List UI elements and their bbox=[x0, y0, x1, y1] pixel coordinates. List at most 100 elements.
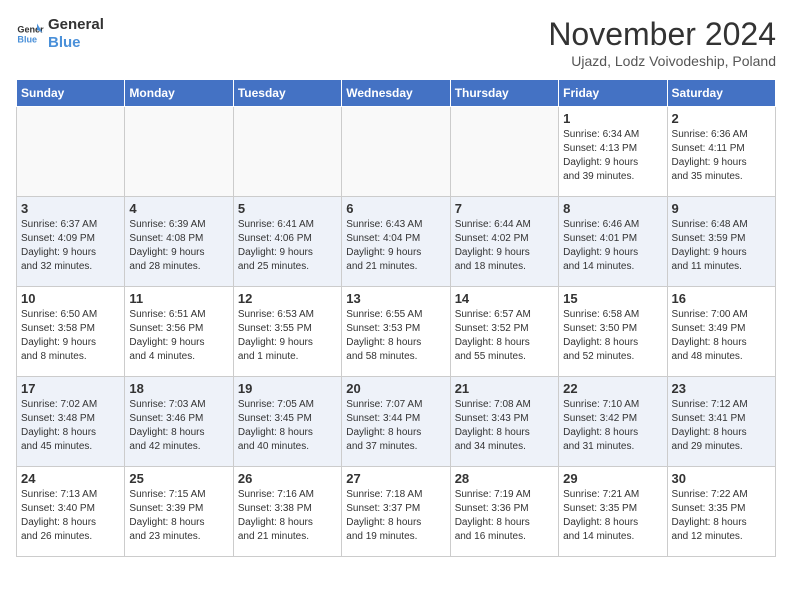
calendar-cell: 4 Sunrise: 6:39 AM Sunset: 4:08 PM Daylig… bbox=[125, 197, 233, 287]
calendar-cell: 10 Sunrise: 6:50 AM Sunset: 3:58 PM Dayli… bbox=[17, 287, 125, 377]
day-number: 13 bbox=[346, 291, 445, 306]
calendar-cell bbox=[342, 107, 450, 197]
calendar-cell: 29 Sunrise: 7:21 AM Sunset: 3:35 PM Dayli… bbox=[559, 467, 667, 557]
day-info: Sunrise: 7:10 AM Sunset: 3:42 PM Dayligh… bbox=[563, 398, 662, 454]
day-info: Sunrise: 7:08 AM Sunset: 3:43 PM Dayligh… bbox=[455, 398, 554, 454]
calendar-cell: 26Sunrise: 7:16 AM Sunset: 3:38 PM Dayli… bbox=[233, 467, 341, 557]
day-number: 7 bbox=[455, 201, 554, 216]
calendar-cell: 17Sunrise: 7:02 AM Sunset: 3:48 PM Dayli… bbox=[17, 377, 125, 467]
day-info: Sunrise: 6:39 AM Sunset: 4:08 PM Dayligh… bbox=[129, 218, 228, 274]
calendar-cell: 16 Sunrise: 7:00 AM Sunset: 3:49 PM Dayli… bbox=[667, 287, 775, 377]
calendar-cell: 9 Sunrise: 6:48 AM Sunset: 3:59 PM Daylig… bbox=[667, 197, 775, 287]
day-number: 19 bbox=[238, 381, 337, 396]
day-info: Sunrise: 7:19 AM Sunset: 3:36 PM Dayligh… bbox=[455, 488, 554, 544]
day-number: 27 bbox=[346, 471, 445, 486]
day-info: Sunrise: 7:05 AM Sunset: 3:45 PM Dayligh… bbox=[238, 398, 337, 454]
calendar-table: SundayMondayTuesdayWednesdayThursdayFrid… bbox=[16, 79, 776, 557]
calendar-cell: 5Sunrise: 6:41 AM Sunset: 4:06 PM Daylig… bbox=[233, 197, 341, 287]
week-row-0: 1Sunrise: 6:34 AM Sunset: 4:13 PM Daylig… bbox=[17, 107, 776, 197]
header: General Blue General Blue November 2024 … bbox=[16, 16, 776, 69]
day-number: 25 bbox=[129, 471, 228, 486]
day-number: 6 bbox=[346, 201, 445, 216]
calendar-cell: 15 Sunrise: 6:58 AM Sunset: 3:50 PM Dayli… bbox=[559, 287, 667, 377]
day-info: Sunrise: 7:15 AM Sunset: 3:39 PM Dayligh… bbox=[129, 488, 228, 544]
day-info: Sunrise: 7:18 AM Sunset: 3:37 PM Dayligh… bbox=[346, 488, 445, 544]
day-info: Sunrise: 6:43 AM Sunset: 4:04 PM Dayligh… bbox=[346, 218, 445, 274]
day-number: 3 bbox=[21, 201, 120, 216]
day-info: Sunrise: 7:13 AM Sunset: 3:40 PM Dayligh… bbox=[21, 488, 120, 544]
day-number: 26 bbox=[238, 471, 337, 486]
weekday-header-thursday: Thursday bbox=[450, 80, 558, 107]
weekday-header-tuesday: Tuesday bbox=[233, 80, 341, 107]
month-title: November 2024 bbox=[548, 16, 776, 53]
day-number: 23 bbox=[672, 381, 771, 396]
calendar-cell: 11 Sunrise: 6:51 AM Sunset: 3:56 PM Dayli… bbox=[125, 287, 233, 377]
calendar-cell: 22 Sunrise: 7:10 AM Sunset: 3:42 PM Dayli… bbox=[559, 377, 667, 467]
weekday-header-saturday: Saturday bbox=[667, 80, 775, 107]
day-number: 14 bbox=[455, 291, 554, 306]
day-number: 16 bbox=[672, 291, 771, 306]
weekday-header-friday: Friday bbox=[559, 80, 667, 107]
day-info: Sunrise: 7:02 AM Sunset: 3:48 PM Dayligh… bbox=[21, 398, 120, 454]
calendar-cell: 13Sunrise: 6:55 AM Sunset: 3:53 PM Dayli… bbox=[342, 287, 450, 377]
day-info: Sunrise: 6:46 AM Sunset: 4:01 PM Dayligh… bbox=[563, 218, 662, 274]
calendar-cell: 30Sunrise: 7:22 AM Sunset: 3:35 PM Dayli… bbox=[667, 467, 775, 557]
calendar-cell: 12 Sunrise: 6:53 AM Sunset: 3:55 PM Dayli… bbox=[233, 287, 341, 377]
weekday-header-monday: Monday bbox=[125, 80, 233, 107]
day-number: 12 bbox=[238, 291, 337, 306]
calendar-cell: 19 Sunrise: 7:05 AM Sunset: 3:45 PM Dayli… bbox=[233, 377, 341, 467]
day-number: 21 bbox=[455, 381, 554, 396]
title-area: November 2024 Ujazd, Lodz Voivodeship, P… bbox=[548, 16, 776, 69]
day-info: Sunrise: 6:34 AM Sunset: 4:13 PM Dayligh… bbox=[563, 128, 662, 184]
day-info: Sunrise: 7:21 AM Sunset: 3:35 PM Dayligh… bbox=[563, 488, 662, 544]
week-row-3: 17Sunrise: 7:02 AM Sunset: 3:48 PM Dayli… bbox=[17, 377, 776, 467]
logo-general: General bbox=[48, 16, 104, 34]
week-row-4: 24 Sunrise: 7:13 AM Sunset: 3:40 PM Dayli… bbox=[17, 467, 776, 557]
day-info: Sunrise: 6:53 AM Sunset: 3:55 PM Dayligh… bbox=[238, 308, 337, 364]
day-info: Sunrise: 6:58 AM Sunset: 3:50 PM Dayligh… bbox=[563, 308, 662, 364]
day-info: Sunrise: 7:00 AM Sunset: 3:49 PM Dayligh… bbox=[672, 308, 771, 364]
day-number: 20 bbox=[346, 381, 445, 396]
week-row-1: 3 Sunrise: 6:37 AM Sunset: 4:09 PM Daylig… bbox=[17, 197, 776, 287]
logo-icon: General Blue bbox=[16, 20, 44, 48]
calendar-cell bbox=[450, 107, 558, 197]
calendar-cell: 14 Sunrise: 6:57 AM Sunset: 3:52 PM Dayli… bbox=[450, 287, 558, 377]
calendar-cell: 21 Sunrise: 7:08 AM Sunset: 3:43 PM Dayli… bbox=[450, 377, 558, 467]
day-info: Sunrise: 7:07 AM Sunset: 3:44 PM Dayligh… bbox=[346, 398, 445, 454]
logo: General Blue General Blue bbox=[16, 16, 104, 52]
day-number: 18 bbox=[129, 381, 228, 396]
day-number: 10 bbox=[21, 291, 120, 306]
day-number: 24 bbox=[21, 471, 120, 486]
day-number: 22 bbox=[563, 381, 662, 396]
day-info: Sunrise: 7:12 AM Sunset: 3:41 PM Dayligh… bbox=[672, 398, 771, 454]
day-info: Sunrise: 6:41 AM Sunset: 4:06 PM Dayligh… bbox=[238, 218, 337, 274]
calendar-cell: 7 Sunrise: 6:44 AM Sunset: 4:02 PM Daylig… bbox=[450, 197, 558, 287]
calendar-cell: 27 Sunrise: 7:18 AM Sunset: 3:37 PM Dayli… bbox=[342, 467, 450, 557]
day-number: 4 bbox=[129, 201, 228, 216]
day-number: 30 bbox=[672, 471, 771, 486]
calendar-cell: 18Sunrise: 7:03 AM Sunset: 3:46 PM Dayli… bbox=[125, 377, 233, 467]
day-info: Sunrise: 6:48 AM Sunset: 3:59 PM Dayligh… bbox=[672, 218, 771, 274]
logo-blue: Blue bbox=[48, 34, 104, 52]
day-info: Sunrise: 6:50 AM Sunset: 3:58 PM Dayligh… bbox=[21, 308, 120, 364]
day-info: Sunrise: 6:51 AM Sunset: 3:56 PM Dayligh… bbox=[129, 308, 228, 364]
svg-text:Blue: Blue bbox=[17, 34, 37, 44]
calendar-cell: 24 Sunrise: 7:13 AM Sunset: 3:40 PM Dayli… bbox=[17, 467, 125, 557]
day-info: Sunrise: 6:36 AM Sunset: 4:11 PM Dayligh… bbox=[672, 128, 771, 184]
day-info: Sunrise: 6:57 AM Sunset: 3:52 PM Dayligh… bbox=[455, 308, 554, 364]
day-number: 9 bbox=[672, 201, 771, 216]
weekday-header-row: SundayMondayTuesdayWednesdayThursdayFrid… bbox=[17, 80, 776, 107]
calendar-cell: 2Sunrise: 6:36 AM Sunset: 4:11 PM Daylig… bbox=[667, 107, 775, 197]
day-number: 29 bbox=[563, 471, 662, 486]
calendar-cell bbox=[233, 107, 341, 197]
weekday-header-sunday: Sunday bbox=[17, 80, 125, 107]
calendar-cell: 3 Sunrise: 6:37 AM Sunset: 4:09 PM Daylig… bbox=[17, 197, 125, 287]
day-info: Sunrise: 6:37 AM Sunset: 4:09 PM Dayligh… bbox=[21, 218, 120, 274]
day-info: Sunrise: 6:44 AM Sunset: 4:02 PM Dayligh… bbox=[455, 218, 554, 274]
weekday-header-wednesday: Wednesday bbox=[342, 80, 450, 107]
day-number: 15 bbox=[563, 291, 662, 306]
calendar-cell: 25 Sunrise: 7:15 AM Sunset: 3:39 PM Dayli… bbox=[125, 467, 233, 557]
calendar-cell bbox=[125, 107, 233, 197]
day-number: 11 bbox=[129, 291, 228, 306]
calendar-cell: 28Sunrise: 7:19 AM Sunset: 3:36 PM Dayli… bbox=[450, 467, 558, 557]
